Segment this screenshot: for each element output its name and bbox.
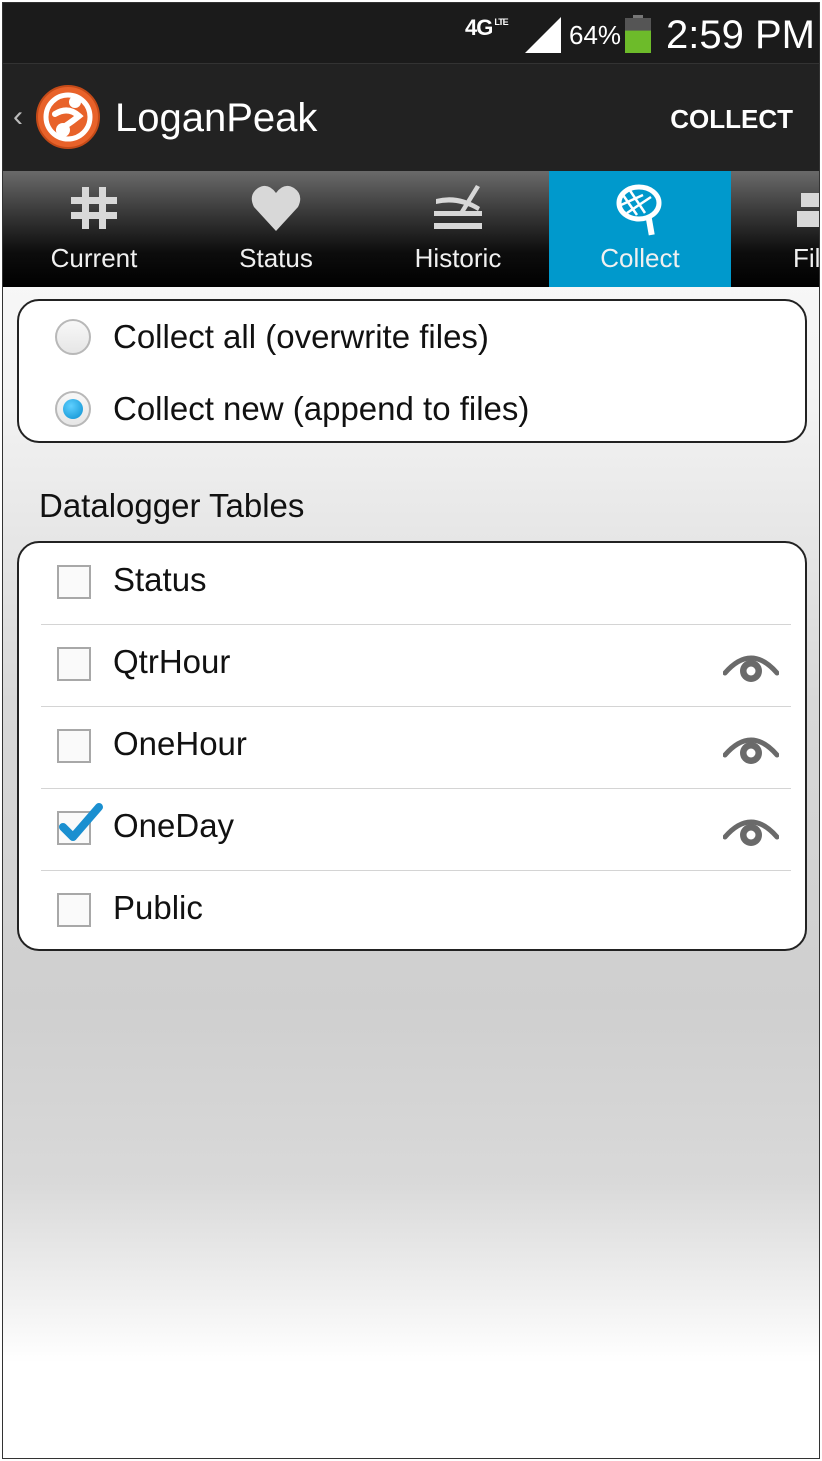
- checkbox[interactable]: [57, 647, 91, 681]
- checkbox[interactable]: [57, 893, 91, 927]
- network-type-label: 4G: [465, 15, 493, 40]
- net-icon: [616, 184, 662, 236]
- datalogger-tables-card: Status QtrHour OneHour OneDay Public: [17, 541, 807, 951]
- tab-status[interactable]: Status: [185, 171, 367, 287]
- tab-bar: Current Status Historic Collect Fil: [3, 171, 819, 287]
- checkbox-checked[interactable]: [57, 803, 103, 845]
- checkbox[interactable]: [57, 565, 91, 599]
- app-screen: 4G LTE 64% 2:59 PM ‹ LoganPeak COLLECT C…: [2, 2, 820, 1459]
- grid-hash-icon: [71, 187, 117, 229]
- battery-icon: [625, 15, 651, 53]
- table-row-status[interactable]: Status: [41, 543, 791, 625]
- checkmark-icon: [59, 803, 103, 841]
- heart-icon: [251, 185, 301, 231]
- tab-label: Collect: [600, 243, 680, 273]
- signal-strength-icon: [525, 17, 561, 53]
- table-row-public[interactable]: Public: [41, 871, 791, 953]
- row-label: OneHour: [113, 725, 247, 762]
- table-row-qtrhour[interactable]: QtrHour: [41, 625, 791, 707]
- tab-label: Historic: [414, 243, 502, 273]
- clock: 2:59 PM: [666, 13, 815, 57]
- eye-icon[interactable]: [723, 815, 779, 847]
- row-label: QtrHour: [113, 643, 231, 680]
- tab-label: Status: [239, 243, 313, 273]
- app-logo-icon[interactable]: [35, 84, 101, 150]
- historic-graph-icon: [434, 185, 482, 229]
- collect-mode-card: Collect all (overwrite files) Collect ne…: [17, 299, 807, 443]
- table-row-oneday[interactable]: OneDay: [41, 789, 791, 871]
- radio-label: Collect all (overwrite files): [113, 318, 489, 355]
- tab-collect[interactable]: Collect: [549, 171, 731, 287]
- radio-button[interactable]: [55, 319, 91, 355]
- tab-label: Current: [50, 243, 138, 273]
- radio-label: Collect new (append to files): [113, 390, 530, 427]
- collect-action-button[interactable]: COLLECT: [670, 104, 793, 135]
- section-title: Datalogger Tables: [39, 487, 305, 524]
- network-sub-label: LTE: [494, 17, 508, 27]
- checkbox[interactable]: [57, 729, 91, 763]
- tab-label: Fil: [793, 243, 819, 273]
- row-label: Public: [113, 889, 203, 926]
- eye-icon[interactable]: [723, 733, 779, 765]
- network-indicator: 4G LTE: [465, 15, 509, 41]
- back-chevron-icon[interactable]: ‹: [13, 100, 23, 134]
- row-label: OneDay: [113, 807, 235, 844]
- table-row-onehour[interactable]: OneHour: [41, 707, 791, 789]
- row-label: Status: [113, 561, 207, 598]
- collect-all-option[interactable]: Collect all (overwrite files): [55, 307, 489, 367]
- tab-files[interactable]: Fil: [731, 171, 819, 287]
- radio-button-selected[interactable]: [55, 391, 91, 427]
- app-title: LoganPeak: [115, 96, 318, 140]
- tab-historic[interactable]: Historic: [367, 171, 549, 287]
- eye-icon[interactable]: [723, 651, 779, 683]
- action-bar: ‹ LoganPeak COLLECT: [3, 63, 819, 172]
- tab-current[interactable]: Current: [3, 171, 185, 287]
- battery-percent: 64%: [569, 20, 622, 50]
- status-bar: 4G LTE 64% 2:59 PM: [3, 3, 819, 63]
- collect-new-option[interactable]: Collect new (append to files): [55, 379, 529, 439]
- files-icon: [797, 193, 819, 227]
